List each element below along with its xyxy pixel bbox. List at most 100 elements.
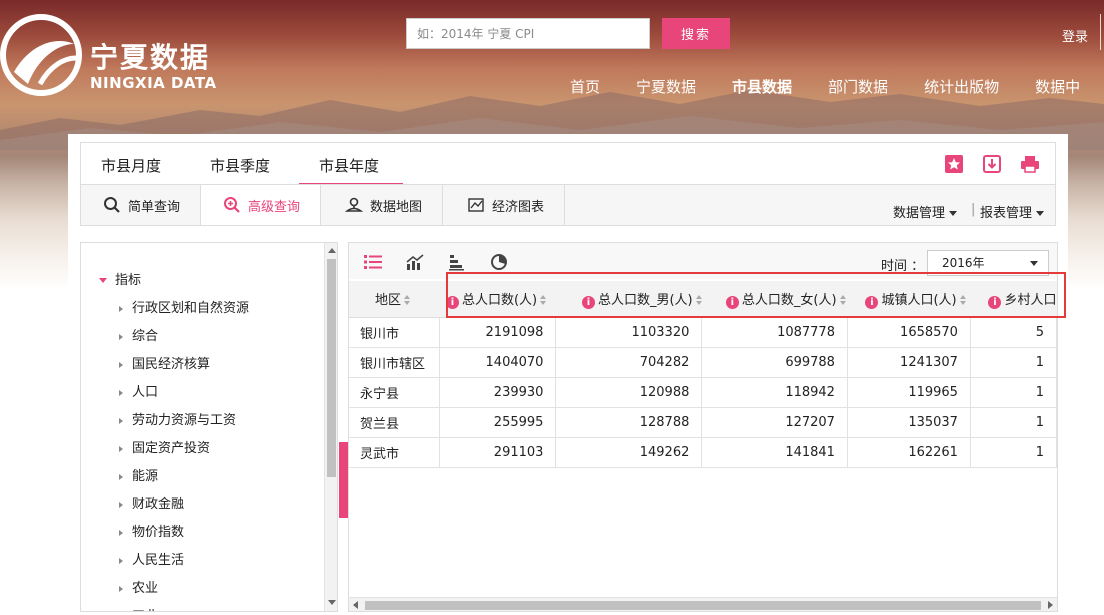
- column-header-total-pop[interactable]: i 总人口数(人): [439, 281, 556, 318]
- tree-item[interactable]: 农业: [119, 575, 249, 603]
- tab-yearly[interactable]: 市县年度: [319, 155, 379, 176]
- tab-monthly[interactable]: 市县月度: [101, 155, 161, 176]
- bar-chart-icon[interactable]: [447, 253, 467, 271]
- table-row[interactable]: 银川市辖区 1404070 704282 699788 1241307 1: [349, 347, 1057, 378]
- tree-item[interactable]: 劳动力资源与工资: [119, 407, 249, 435]
- info-icon[interactable]: i: [988, 295, 1002, 309]
- list-icon[interactable]: [363, 253, 383, 271]
- value-cell: 1103320: [555, 317, 703, 348]
- query-toolbar: 简单查询 高级查询 数据地图 经济图表 数据管理 | 报表管理: [80, 184, 1056, 226]
- value-cell: 127207: [701, 407, 848, 438]
- info-icon[interactable]: i: [725, 295, 739, 309]
- advanced-query-button[interactable]: 高级查询: [201, 185, 321, 225]
- chevron-down-icon: [949, 211, 958, 216]
- tree-item[interactable]: 物价指数: [119, 519, 249, 547]
- grid-toolbar: 时间 ： 2016年: [349, 243, 1057, 279]
- value-cell: 119965: [847, 377, 971, 408]
- region-cell: 银川市辖区: [349, 347, 441, 378]
- tree-item[interactable]: 人口: [119, 379, 249, 407]
- sort-icon[interactable]: [959, 294, 966, 305]
- tree-scrollbar[interactable]: [324, 243, 337, 611]
- nav-item-home[interactable]: 首页: [570, 76, 600, 97]
- year-select[interactable]: 2016年: [927, 250, 1049, 276]
- simple-query-button[interactable]: 简单查询: [81, 185, 201, 225]
- scroll-right-icon[interactable]: [1048, 601, 1053, 609]
- info-icon[interactable]: i: [445, 295, 459, 309]
- value-cell: 141841: [701, 437, 848, 468]
- nav-item-ningxia[interactable]: 宁夏数据: [636, 76, 696, 97]
- region-cell: 银川市: [349, 317, 441, 348]
- data-management-menu[interactable]: 数据管理: [893, 202, 958, 221]
- search-input[interactable]: [406, 18, 650, 49]
- sort-icon[interactable]: [540, 294, 547, 305]
- logo-swirl-icon: [0, 14, 82, 96]
- info-icon[interactable]: i: [865, 295, 879, 309]
- search-button[interactable]: 搜索: [662, 18, 730, 49]
- scroll-down-icon[interactable]: [328, 600, 336, 605]
- tree-item-label: 行政区划和自然资源: [132, 301, 250, 316]
- tree-item[interactable]: 行政区划和自然资源: [119, 295, 249, 323]
- value-cell: 118942: [701, 377, 848, 408]
- tree-item-label: 劳动力资源与工资: [132, 413, 237, 428]
- star-icon[interactable]: [943, 153, 965, 175]
- tree-root[interactable]: 指标: [99, 269, 141, 288]
- column-header-male-pop[interactable]: i 总人口数_男(人): [555, 281, 702, 318]
- chart-icon: [468, 198, 484, 212]
- column-header-region[interactable]: 地区: [349, 281, 440, 318]
- sort-icon[interactable]: [839, 294, 846, 305]
- region-cell: 永宁县: [349, 377, 441, 408]
- tree-item[interactable]: 能源: [119, 463, 249, 491]
- table-row[interactable]: 永宁县 239930 120988 118942 119965 1: [349, 377, 1057, 408]
- report-management-menu[interactable]: 报表管理: [980, 202, 1045, 221]
- scroll-left-icon[interactable]: [353, 601, 358, 609]
- nav-item-department[interactable]: 部门数据: [828, 76, 888, 97]
- download-icon[interactable]: [981, 153, 1003, 175]
- logo-text-en: NINGXIA DATA: [90, 74, 217, 92]
- print-icon[interactable]: [1019, 153, 1041, 175]
- tree-scroll-thumb[interactable]: [327, 259, 336, 477]
- value-cell: 1658570: [847, 317, 971, 348]
- menu-separator: |: [971, 202, 976, 217]
- sort-icon[interactable]: [695, 294, 702, 305]
- column-header-female-pop[interactable]: i 总人口数_女(人): [701, 281, 848, 318]
- site-logo[interactable]: 宁夏数据 NINGXIA DATA: [0, 14, 230, 100]
- nav-item-publications[interactable]: 统计出版物: [924, 76, 999, 97]
- tab-quarterly[interactable]: 市县季度: [210, 155, 270, 176]
- tree-item[interactable]: 综合: [119, 323, 249, 351]
- caret-right-icon: [119, 305, 123, 312]
- tree-item[interactable]: 固定资产投资: [119, 435, 249, 463]
- column-header-rural-pop[interactable]: i 乡村人口: [970, 281, 1057, 318]
- data-map-button[interactable]: 数据地图: [321, 185, 443, 225]
- table-row[interactable]: 银川市 2191098 1103320 1087778 1658570 5: [349, 317, 1057, 348]
- nav-item-city[interactable]: 市县数据: [732, 76, 792, 97]
- grid-horizontal-scrollbar[interactable]: [349, 597, 1057, 611]
- tree-item-label: 能源: [132, 469, 159, 484]
- line-chart-icon[interactable]: [405, 253, 425, 271]
- grid-scroll-thumb[interactable]: [365, 601, 1041, 610]
- value-cell: 5: [970, 317, 1057, 348]
- tree-item[interactable]: 国民经济核算: [119, 351, 249, 379]
- report-management-label: 报表管理: [980, 206, 1033, 221]
- indicator-tree: 指标 行政区划和自然资源综合 国民经济核算人口劳动力资源与工资固定资产投资能源财政…: [80, 242, 338, 612]
- table-row[interactable]: 灵武市 291103 149262 141841 162261 1: [349, 437, 1057, 468]
- info-icon[interactable]: i: [581, 295, 595, 309]
- economic-chart-button[interactable]: 经济图表: [443, 185, 565, 225]
- column-header-label: 总人口数_男(人): [597, 292, 693, 308]
- tree-item-label: 人口: [132, 385, 159, 400]
- table-header-row: 地区 i 总人口数(人) i 总人口数_男(人) i 总人口数_女(人) i 城镇人口(…: [349, 281, 1057, 318]
- data-management-label: 数据管理: [893, 206, 946, 221]
- data-table: 地区 i 总人口数(人) i 总人口数_男(人) i 总人口数_女(人) i 城镇人口(…: [349, 281, 1057, 468]
- nav-item-data-center[interactable]: 数据中: [1035, 76, 1080, 97]
- column-header-urban-pop[interactable]: i 城镇人口(人): [847, 281, 971, 318]
- tree-item[interactable]: 工业: [119, 603, 249, 611]
- scroll-up-icon[interactable]: [328, 248, 336, 253]
- login-link[interactable]: 登录: [1062, 26, 1088, 45]
- column-header-label: 城镇人口(人): [881, 292, 957, 308]
- sort-icon[interactable]: [404, 295, 411, 306]
- panel-splitter[interactable]: [339, 442, 348, 518]
- table-row[interactable]: 贺兰县 255995 128788 127207 135037 1: [349, 407, 1057, 438]
- pie-chart-icon[interactable]: [489, 253, 509, 271]
- tree-item[interactable]: 人民生活: [119, 547, 249, 575]
- tree-item[interactable]: 财政金融: [119, 491, 249, 519]
- data-map-label: 数据地图: [370, 199, 423, 215]
